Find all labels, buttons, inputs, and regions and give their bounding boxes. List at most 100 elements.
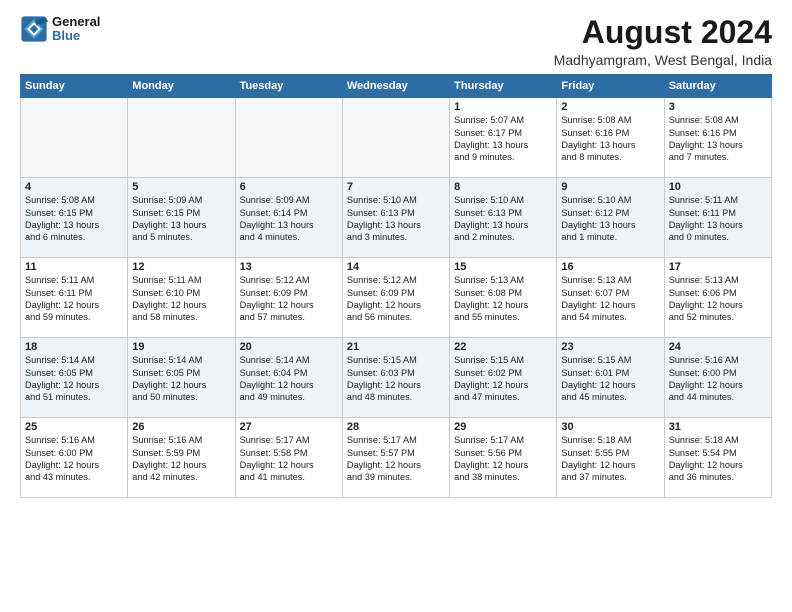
- calendar-cell: 26Sunrise: 5:16 AM Sunset: 5:59 PM Dayli…: [128, 418, 235, 498]
- calendar-table: SundayMondayTuesdayWednesdayThursdayFrid…: [20, 74, 772, 498]
- day-number: 31: [669, 421, 767, 433]
- day-number: 19: [132, 341, 230, 353]
- day-number: 20: [240, 341, 338, 353]
- day-info: Sunrise: 5:17 AM Sunset: 5:58 PM Dayligh…: [240, 434, 338, 484]
- calendar-week-4: 18Sunrise: 5:14 AM Sunset: 6:05 PM Dayli…: [21, 338, 772, 418]
- day-info: Sunrise: 5:16 AM Sunset: 6:00 PM Dayligh…: [669, 354, 767, 404]
- calendar-cell: 18Sunrise: 5:14 AM Sunset: 6:05 PM Dayli…: [21, 338, 128, 418]
- day-number: 21: [347, 341, 445, 353]
- day-info: Sunrise: 5:14 AM Sunset: 6:05 PM Dayligh…: [132, 354, 230, 404]
- day-info: Sunrise: 5:11 AM Sunset: 6:11 PM Dayligh…: [25, 274, 123, 324]
- day-info: Sunrise: 5:16 AM Sunset: 6:00 PM Dayligh…: [25, 434, 123, 484]
- day-info: Sunrise: 5:11 AM Sunset: 6:10 PM Dayligh…: [132, 274, 230, 324]
- calendar-cell: 27Sunrise: 5:17 AM Sunset: 5:58 PM Dayli…: [235, 418, 342, 498]
- calendar-header-sunday: Sunday: [21, 75, 128, 98]
- calendar-cell: [235, 98, 342, 178]
- day-info: Sunrise: 5:11 AM Sunset: 6:11 PM Dayligh…: [669, 194, 767, 244]
- day-info: Sunrise: 5:14 AM Sunset: 6:04 PM Dayligh…: [240, 354, 338, 404]
- calendar-header-row: SundayMondayTuesdayWednesdayThursdayFrid…: [21, 75, 772, 98]
- calendar-cell: 9Sunrise: 5:10 AM Sunset: 6:12 PM Daylig…: [557, 178, 664, 258]
- day-info: Sunrise: 5:08 AM Sunset: 6:15 PM Dayligh…: [25, 194, 123, 244]
- page: General Blue August 2024 Madhyamgram, We…: [0, 0, 792, 612]
- day-number: 5: [132, 181, 230, 193]
- calendar-cell: 28Sunrise: 5:17 AM Sunset: 5:57 PM Dayli…: [342, 418, 449, 498]
- logo-text-block: General Blue: [52, 15, 100, 44]
- day-number: 16: [561, 261, 659, 273]
- calendar-cell: 13Sunrise: 5:12 AM Sunset: 6:09 PM Dayli…: [235, 258, 342, 338]
- day-number: 7: [347, 181, 445, 193]
- day-info: Sunrise: 5:10 AM Sunset: 6:13 PM Dayligh…: [347, 194, 445, 244]
- calendar-week-1: 1Sunrise: 5:07 AM Sunset: 6:17 PM Daylig…: [21, 98, 772, 178]
- day-info: Sunrise: 5:18 AM Sunset: 5:54 PM Dayligh…: [669, 434, 767, 484]
- logo-line1: General: [52, 15, 100, 29]
- calendar-cell: 6Sunrise: 5:09 AM Sunset: 6:14 PM Daylig…: [235, 178, 342, 258]
- calendar-cell: 20Sunrise: 5:14 AM Sunset: 6:04 PM Dayli…: [235, 338, 342, 418]
- day-info: Sunrise: 5:13 AM Sunset: 6:06 PM Dayligh…: [669, 274, 767, 324]
- calendar-cell: 1Sunrise: 5:07 AM Sunset: 6:17 PM Daylig…: [450, 98, 557, 178]
- day-number: 2: [561, 101, 659, 113]
- day-number: 15: [454, 261, 552, 273]
- day-info: Sunrise: 5:10 AM Sunset: 6:12 PM Dayligh…: [561, 194, 659, 244]
- main-title: August 2024: [554, 15, 772, 50]
- calendar-cell: [342, 98, 449, 178]
- calendar-cell: 17Sunrise: 5:13 AM Sunset: 6:06 PM Dayli…: [664, 258, 771, 338]
- calendar-cell: 14Sunrise: 5:12 AM Sunset: 6:09 PM Dayli…: [342, 258, 449, 338]
- calendar-header-thursday: Thursday: [450, 75, 557, 98]
- day-info: Sunrise: 5:09 AM Sunset: 6:14 PM Dayligh…: [240, 194, 338, 244]
- calendar-cell: 3Sunrise: 5:08 AM Sunset: 6:16 PM Daylig…: [664, 98, 771, 178]
- day-info: Sunrise: 5:15 AM Sunset: 6:01 PM Dayligh…: [561, 354, 659, 404]
- calendar-header-wednesday: Wednesday: [342, 75, 449, 98]
- calendar-cell: 5Sunrise: 5:09 AM Sunset: 6:15 PM Daylig…: [128, 178, 235, 258]
- calendar-cell: 4Sunrise: 5:08 AM Sunset: 6:15 PM Daylig…: [21, 178, 128, 258]
- calendar-cell: 16Sunrise: 5:13 AM Sunset: 6:07 PM Dayli…: [557, 258, 664, 338]
- calendar-cell: 12Sunrise: 5:11 AM Sunset: 6:10 PM Dayli…: [128, 258, 235, 338]
- logo: General Blue: [20, 15, 100, 44]
- logo-icon: [20, 15, 48, 43]
- day-info: Sunrise: 5:14 AM Sunset: 6:05 PM Dayligh…: [25, 354, 123, 404]
- calendar-header-monday: Monday: [128, 75, 235, 98]
- day-number: 22: [454, 341, 552, 353]
- day-number: 9: [561, 181, 659, 193]
- day-number: 6: [240, 181, 338, 193]
- day-number: 25: [25, 421, 123, 433]
- calendar-cell: 22Sunrise: 5:15 AM Sunset: 6:02 PM Dayli…: [450, 338, 557, 418]
- day-info: Sunrise: 5:07 AM Sunset: 6:17 PM Dayligh…: [454, 114, 552, 164]
- day-info: Sunrise: 5:13 AM Sunset: 6:08 PM Dayligh…: [454, 274, 552, 324]
- calendar-cell: 19Sunrise: 5:14 AM Sunset: 6:05 PM Dayli…: [128, 338, 235, 418]
- calendar-cell: 25Sunrise: 5:16 AM Sunset: 6:00 PM Dayli…: [21, 418, 128, 498]
- calendar-cell: 30Sunrise: 5:18 AM Sunset: 5:55 PM Dayli…: [557, 418, 664, 498]
- day-info: Sunrise: 5:13 AM Sunset: 6:07 PM Dayligh…: [561, 274, 659, 324]
- day-info: Sunrise: 5:12 AM Sunset: 6:09 PM Dayligh…: [240, 274, 338, 324]
- day-number: 1: [454, 101, 552, 113]
- day-info: Sunrise: 5:09 AM Sunset: 6:15 PM Dayligh…: [132, 194, 230, 244]
- day-number: 14: [347, 261, 445, 273]
- day-number: 11: [25, 261, 123, 273]
- day-number: 17: [669, 261, 767, 273]
- calendar-header-saturday: Saturday: [664, 75, 771, 98]
- calendar-cell: 31Sunrise: 5:18 AM Sunset: 5:54 PM Dayli…: [664, 418, 771, 498]
- calendar-cell: 29Sunrise: 5:17 AM Sunset: 5:56 PM Dayli…: [450, 418, 557, 498]
- day-number: 13: [240, 261, 338, 273]
- day-info: Sunrise: 5:17 AM Sunset: 5:57 PM Dayligh…: [347, 434, 445, 484]
- calendar-header-friday: Friday: [557, 75, 664, 98]
- day-number: 3: [669, 101, 767, 113]
- day-number: 18: [25, 341, 123, 353]
- day-number: 24: [669, 341, 767, 353]
- day-number: 8: [454, 181, 552, 193]
- calendar-header-tuesday: Tuesday: [235, 75, 342, 98]
- calendar-week-3: 11Sunrise: 5:11 AM Sunset: 6:11 PM Dayli…: [21, 258, 772, 338]
- calendar-cell: 8Sunrise: 5:10 AM Sunset: 6:13 PM Daylig…: [450, 178, 557, 258]
- calendar-cell: 21Sunrise: 5:15 AM Sunset: 6:03 PM Dayli…: [342, 338, 449, 418]
- calendar-cell: 24Sunrise: 5:16 AM Sunset: 6:00 PM Dayli…: [664, 338, 771, 418]
- day-info: Sunrise: 5:08 AM Sunset: 6:16 PM Dayligh…: [669, 114, 767, 164]
- day-number: 12: [132, 261, 230, 273]
- calendar-cell: [21, 98, 128, 178]
- calendar-cell: 15Sunrise: 5:13 AM Sunset: 6:08 PM Dayli…: [450, 258, 557, 338]
- header: General Blue August 2024 Madhyamgram, We…: [20, 15, 772, 68]
- calendar-cell: 10Sunrise: 5:11 AM Sunset: 6:11 PM Dayli…: [664, 178, 771, 258]
- day-number: 23: [561, 341, 659, 353]
- subtitle: Madhyamgram, West Bengal, India: [554, 52, 772, 68]
- day-number: 27: [240, 421, 338, 433]
- calendar-cell: 2Sunrise: 5:08 AM Sunset: 6:16 PM Daylig…: [557, 98, 664, 178]
- day-info: Sunrise: 5:15 AM Sunset: 6:02 PM Dayligh…: [454, 354, 552, 404]
